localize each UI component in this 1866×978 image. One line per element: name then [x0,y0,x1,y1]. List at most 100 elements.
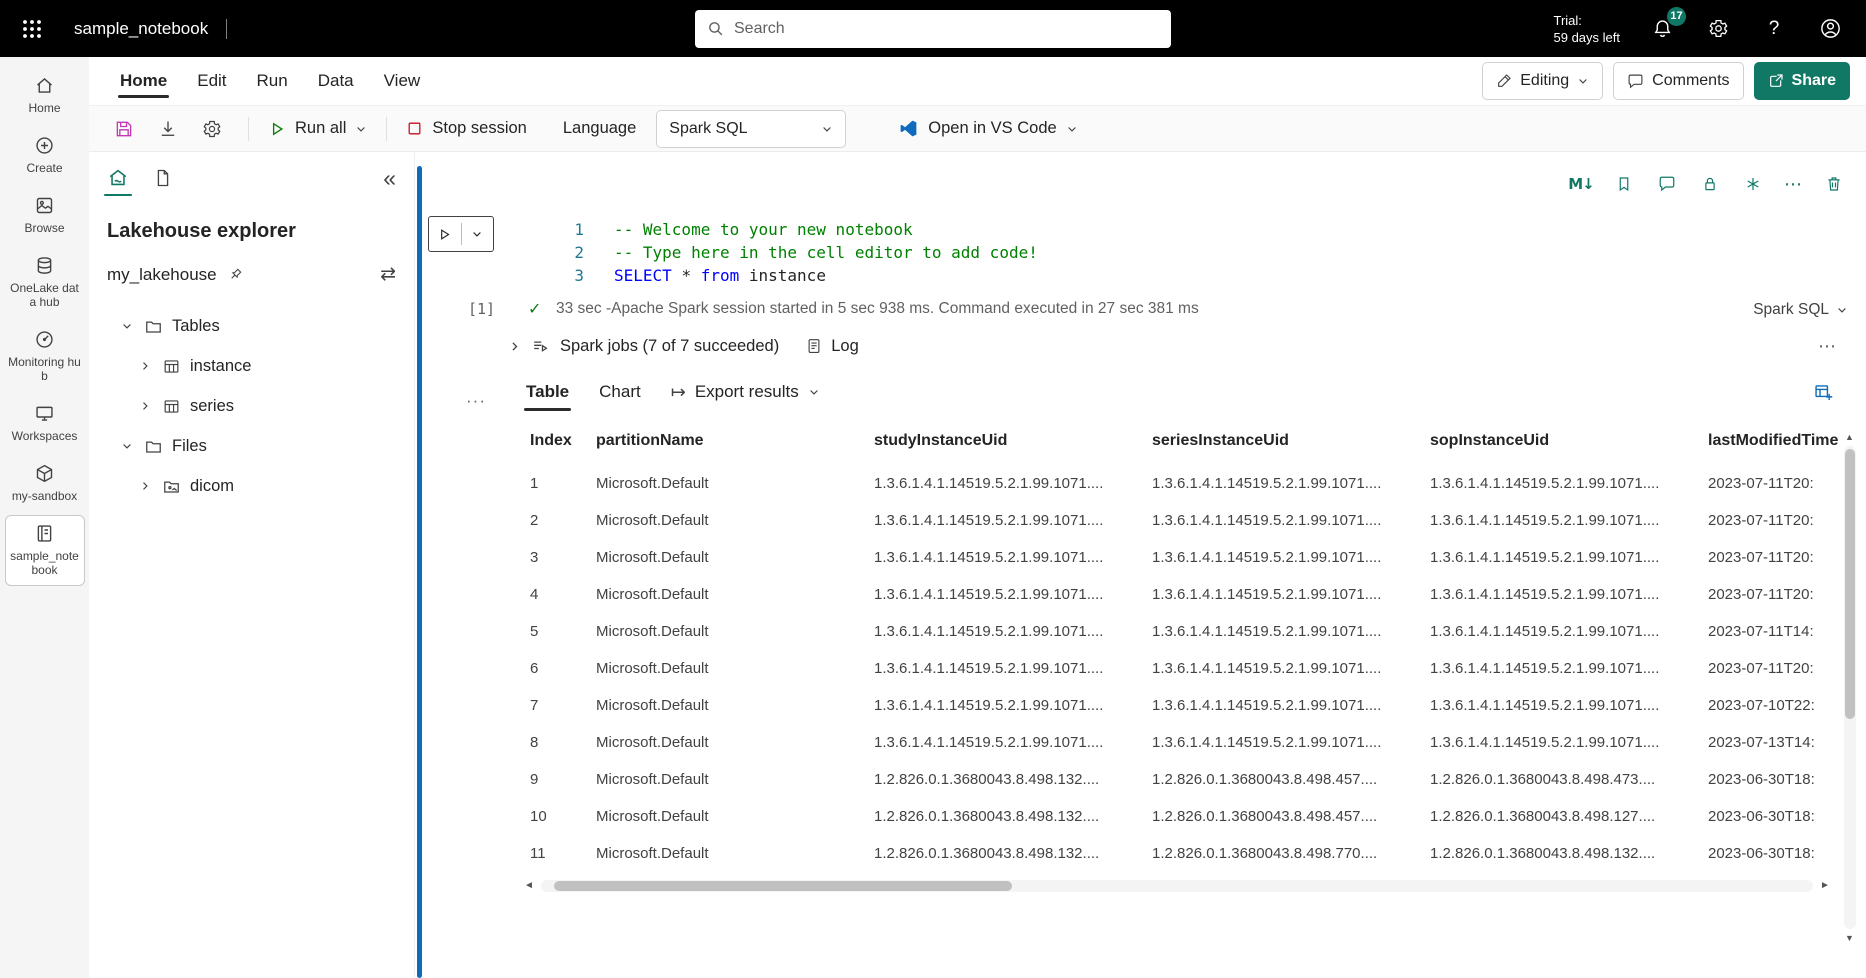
notebook-title[interactable]: sample_notebook [74,19,208,39]
menu-tab-home[interactable]: Home [105,57,182,105]
rail-item-create[interactable]: Create [5,127,85,184]
vertical-scrollbar[interactable]: ▲ ▼ [1842,431,1857,944]
chevron-collapsed-icon[interactable] [137,480,153,492]
output-more-options-button[interactable]: ⋯ [1818,336,1866,357]
account-button[interactable] [1816,15,1844,43]
horizontal-scrollbar[interactable]: ◄ ► [522,878,1832,894]
code-line[interactable]: 2-- Type here in the cell editor to add … [556,241,1866,264]
rail-item-browse[interactable]: Browse [5,187,85,244]
tree-node-instance[interactable]: instance [89,346,414,386]
horizontal-scroll-thumb[interactable] [554,881,1012,891]
trial-days-left: 59 days left [1554,29,1621,46]
delete-cell-button[interactable] [1822,172,1846,196]
menu-tab-run[interactable]: Run [242,57,303,105]
global-search[interactable] [695,10,1171,48]
cell-more-options-button[interactable]: ⋯ [1784,174,1803,195]
table-row[interactable]: 8Microsoft.Default1.3.6.1.4.1.14519.5.2.… [522,724,1866,761]
vertical-scroll-track[interactable] [1844,446,1856,929]
tree-node-files[interactable]: Files [89,426,414,466]
output-tab-table[interactable]: Table [526,367,569,417]
settings-button[interactable] [1704,15,1732,43]
convert-to-markdown-button[interactable]: M↓ [1569,172,1593,196]
output-tab-chart[interactable]: Chart [599,367,641,417]
help-button[interactable]: ? [1760,15,1788,43]
scroll-up-arrow[interactable]: ▲ [1845,431,1854,443]
table-row[interactable]: 6Microsoft.Default1.3.6.1.4.1.14519.5.2.… [522,650,1866,687]
rail-item-workspaces[interactable]: Workspaces [5,395,85,452]
collapse-panel-button[interactable]: « [383,167,396,190]
spark-jobs-toggle[interactable]: Spark jobs (7 of 7 succeeded) [508,337,779,356]
rail-item-onelake-data-hub[interactable]: OneLake data hub [5,247,85,318]
share-button[interactable]: Share [1754,62,1850,100]
language-dropdown[interactable]: Spark SQL [656,110,846,148]
menu-tab-edit[interactable]: Edit [182,57,241,105]
code-line[interactable]: 3SELECT * from instance [556,264,1866,287]
column-header[interactable]: partitionName [596,417,874,465]
table-cell: 1.3.6.1.4.1.14519.5.2.1.99.1071.... [1430,687,1708,724]
table-row[interactable]: 10Microsoft.Default1.2.826.0.1.3680043.8… [522,798,1866,835]
lock-cell-button[interactable] [1698,172,1722,196]
notebook-settings-button[interactable] [195,112,229,146]
column-header[interactable]: seriesInstanceUid [1152,417,1430,465]
open-in-vscode-button[interactable]: Open in VS Code [898,118,1077,139]
column-header[interactable]: sopInstanceUid [1430,417,1708,465]
chevron-expanded-icon[interactable] [119,440,135,452]
tree-node-dicom[interactable]: dicom [89,466,414,506]
pin-icon[interactable] [227,267,243,283]
log-button[interactable]: Log [805,337,859,356]
table-row[interactable]: 7Microsoft.Default1.3.6.1.4.1.14519.5.2.… [522,687,1866,724]
table-row[interactable]: 3Microsoft.Default1.3.6.1.4.1.14519.5.2.… [522,539,1866,576]
code-editor[interactable]: 1-- Welcome to your new notebook2-- Type… [556,218,1866,287]
table-row[interactable]: 5Microsoft.Default1.3.6.1.4.1.14519.5.2.… [522,613,1866,650]
run-cell-button[interactable] [428,216,494,252]
cell-comment-button[interactable] [1655,172,1679,196]
scroll-down-arrow[interactable]: ▼ [1845,932,1854,944]
rail-item-home[interactable]: Home [5,67,85,124]
chevron-collapsed-icon[interactable] [137,360,153,372]
switch-lakehouse-icon[interactable]: ⇄ [380,263,396,286]
export-notebook-button[interactable] [151,112,185,146]
menu-tab-view[interactable]: View [369,57,436,105]
stop-square-icon [406,120,423,137]
table-row[interactable]: 4Microsoft.Default1.3.6.1.4.1.14519.5.2.… [522,576,1866,613]
horizontal-scroll-track[interactable] [541,880,1813,892]
scroll-right-arrow[interactable]: ► [1818,879,1832,893]
chevron-expanded-icon[interactable] [119,320,135,332]
tree-node-series[interactable]: series [89,386,414,426]
table-cell: 1.2.826.0.1.3680043.8.498.770.... [1152,835,1430,872]
app-launcher-button[interactable] [14,11,50,47]
column-header[interactable]: studyInstanceUid [874,417,1152,465]
table-row[interactable]: 2Microsoft.Default1.3.6.1.4.1.14519.5.2.… [522,502,1866,539]
lakehouse-item[interactable]: my_lakehouse ⇄ [89,245,414,294]
rail-item-monitoring-hub[interactable]: Monitoring hub [5,321,85,392]
save-as-table-button[interactable] [1813,382,1834,403]
menu-tab-data[interactable]: Data [303,57,369,105]
rail-item-sample-notebook[interactable]: sample_notebook [5,515,85,586]
search-input[interactable] [734,20,1159,38]
explorer-tab-lakehouse[interactable] [107,152,129,204]
vertical-scroll-thumb[interactable] [1845,449,1855,719]
comments-button[interactable]: Comments [1613,62,1743,100]
table-row[interactable]: 11Microsoft.Default1.2.826.0.1.3680043.8… [522,835,1866,872]
chevron-collapsed-icon[interactable] [137,400,153,412]
export-results-button[interactable]: ↦ Export results [671,382,820,403]
stop-session-button[interactable]: Stop session [406,119,526,138]
tree-node-tables[interactable]: Tables [89,306,414,346]
output-gutter-options-button[interactable]: ··· [466,391,486,411]
cell-language-selector[interactable]: Spark SQL [1753,301,1848,319]
table-row[interactable]: 1Microsoft.Default1.3.6.1.4.1.14519.5.2.… [522,465,1866,502]
freeze-cell-button[interactable] [1741,172,1765,196]
run-cell-options[interactable] [462,217,494,251]
column-header[interactable]: Index [522,417,596,465]
scroll-left-arrow[interactable]: ◄ [522,879,536,893]
save-button[interactable] [107,112,141,146]
run-cell-play[interactable] [429,217,461,251]
rail-item-my-sandbox[interactable]: my-sandbox [5,455,85,512]
editing-mode-button[interactable]: Editing [1482,62,1603,100]
code-line[interactable]: 1-- Welcome to your new notebook [556,218,1866,241]
table-row[interactable]: 9Microsoft.Default1.2.826.0.1.3680043.8.… [522,761,1866,798]
run-all-button[interactable]: Run all [268,119,367,138]
notifications-button[interactable]: 17 [1648,15,1676,43]
explorer-tab-resources[interactable] [153,152,173,204]
bookmark-cell-button[interactable] [1612,172,1636,196]
